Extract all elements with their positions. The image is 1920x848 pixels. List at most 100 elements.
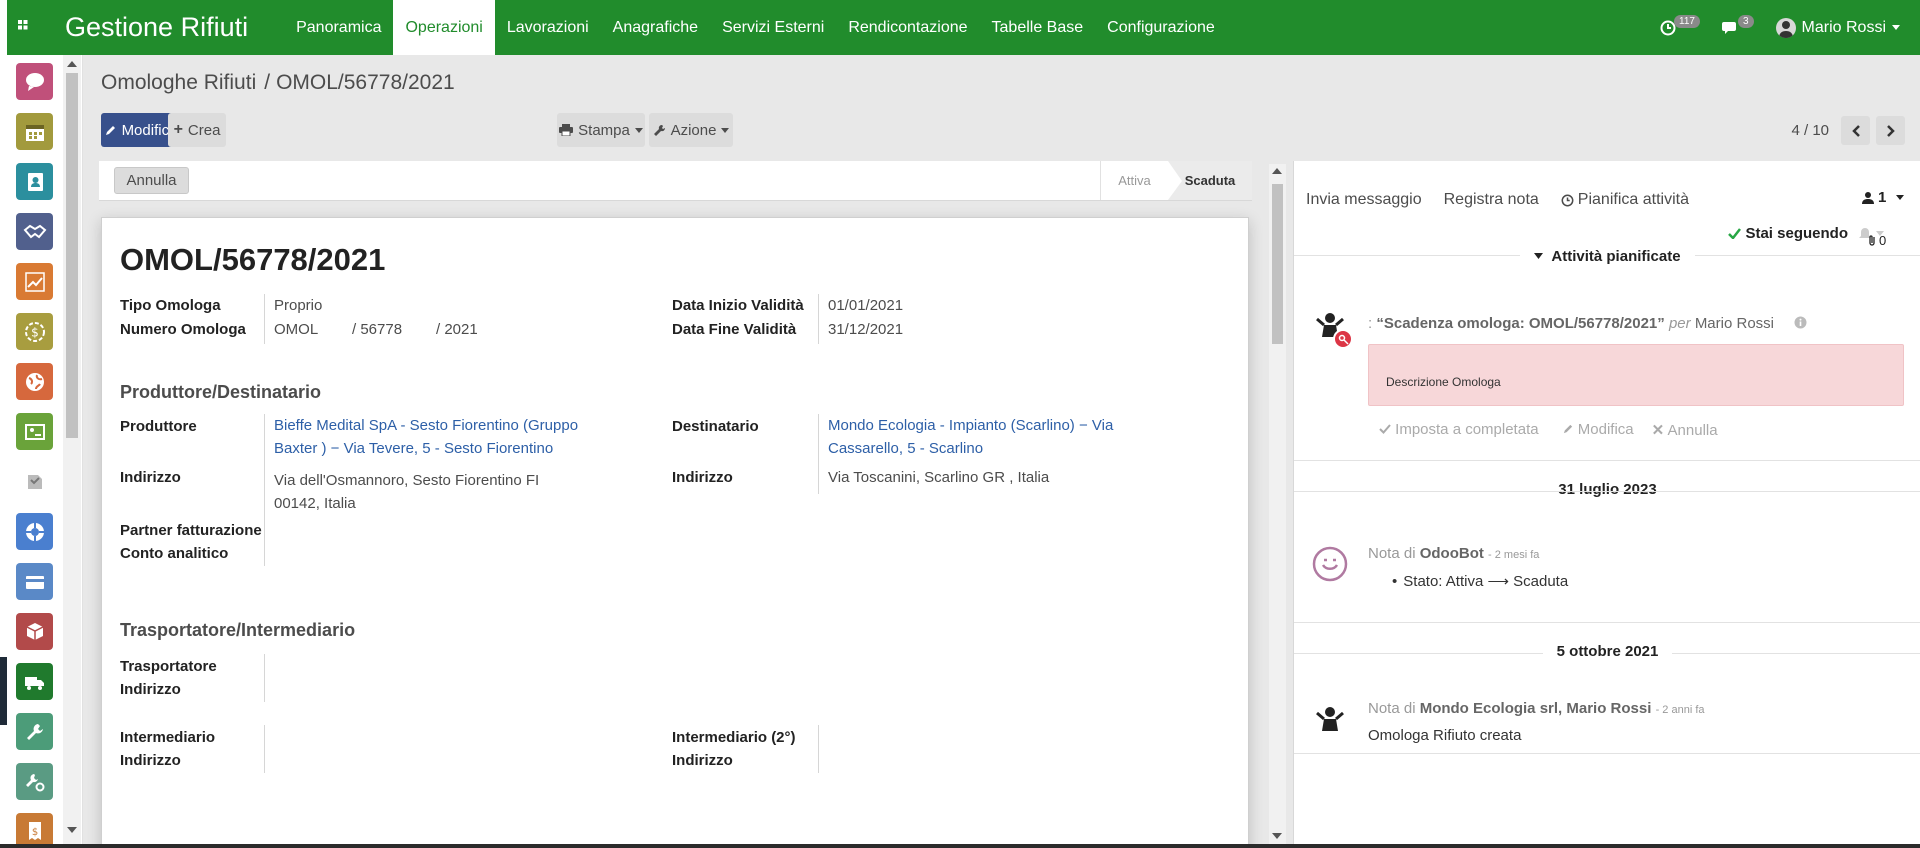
contacts-icon: [27, 172, 43, 191]
sidebar-scrollbar[interactable]: [63, 55, 81, 848]
paperclip-icon: [1869, 235, 1875, 246]
followers-button[interactable]: 1: [1862, 189, 1905, 206]
sidebar-app-helpdesk[interactable]: [16, 513, 53, 550]
data-fine-value[interactable]: 31/12/2021: [828, 321, 903, 338]
activity-menu[interactable]: 117: [1660, 15, 1700, 36]
produttore-link[interactable]: Bieffe Medital SpA - Sesto Fiorentino (G…: [274, 414, 578, 460]
sidebar-app-documents[interactable]: [16, 463, 53, 500]
user-menu[interactable]: Mario Rossi: [1775, 17, 1900, 38]
sidebar-app-crm[interactable]: [16, 213, 53, 250]
sidebar-scroll-thumb[interactable]: [66, 73, 78, 438]
send-message-button[interactable]: Invia messaggio: [1306, 191, 1422, 209]
odoobot-avatar[interactable]: [1312, 546, 1348, 582]
field-divider: [818, 725, 819, 773]
scroll-down-arrow[interactable]: [1272, 833, 1282, 839]
sidebar-app-payment[interactable]: [16, 563, 53, 600]
produttore-indirizzo-line1: Via dell'Osmannoro, Sesto Fiorentino FI: [274, 472, 540, 489]
pager-next-button[interactable]: [1876, 116, 1905, 145]
cancel-record-button[interactable]: Annulla: [114, 167, 189, 194]
destinatario-link[interactable]: Mondo Ecologia - Impianto (Scarlino) − V…: [828, 414, 1113, 460]
grid-icon: [17, 20, 27, 30]
activity-title: “Scadenza omologa: OMOL/56778/2021”: [1376, 315, 1665, 332]
message-1-prefix: Nota di: [1368, 545, 1416, 562]
message-2-avatar[interactable]: [1312, 701, 1348, 737]
produttore-indirizzo-label: Indirizzo: [120, 469, 181, 486]
edit-activity-button[interactable]: Modifica: [1563, 421, 1634, 439]
message-2-author[interactable]: Mondo Ecologia srl, Mario Rossi: [1420, 700, 1652, 717]
tipo-omologa-value[interactable]: Proprio: [274, 297, 322, 314]
destinatario-indirizzo-label: Indirizzo: [672, 469, 733, 486]
activities-toggle[interactable]: Attività pianificate: [1294, 247, 1920, 274]
sidebar-app-maps[interactable]: [16, 413, 53, 450]
chatter-topbar: Invia messaggio Registra nota Pianifica …: [1306, 191, 1689, 209]
caret-down-icon: [1892, 25, 1900, 30]
data-inizio-label: Data Inizio Validità: [672, 297, 804, 314]
caret-down-icon: [1896, 195, 1905, 200]
mark-done-button[interactable]: Imposta a completata: [1379, 421, 1539, 439]
activity-summary[interactable]: : “Scadenza omologa: OMOL/56778/2021” pe…: [1368, 315, 1807, 332]
sidebar-app-calendar[interactable]: [16, 113, 53, 150]
breadcrumb-parent[interactable]: Omologhe Rifiuti: [101, 71, 256, 94]
attachments-button[interactable]: 0: [1867, 233, 1886, 248]
menu-rendicontazione[interactable]: Rendicontazione: [836, 0, 979, 55]
produttore-indirizzo[interactable]: Via dell'Osmannoro, Sesto Fiorentino FI …: [274, 469, 539, 515]
pencil-icon: [105, 126, 115, 135]
pager-value[interactable]: 4 / 10: [1791, 122, 1829, 139]
map-icon: [24, 423, 45, 440]
sidebar-app-tools[interactable]: [16, 713, 53, 750]
sidebar-app-discuss[interactable]: [16, 63, 53, 100]
pager-previous-button[interactable]: [1841, 116, 1870, 145]
breadcrumb: Omologhe Rifiuti / OMOL/56778/2021: [101, 71, 455, 95]
menu-configurazione[interactable]: Configurazione: [1095, 0, 1227, 55]
numero-omologa-number[interactable]: / 56778: [352, 321, 402, 338]
sidebar-app-settings[interactable]: [16, 763, 53, 800]
scroll-down-arrow[interactable]: [67, 827, 77, 833]
message-2-body: Omologa Rifiuto creata: [1368, 727, 1522, 744]
menu-panoramica[interactable]: Panoramica: [284, 0, 393, 55]
app-switcher-button[interactable]: [7, 0, 43, 55]
sidebar-app-expenses[interactable]: $: [16, 813, 53, 848]
date-separator-1: 31 luglio 2023: [1294, 481, 1920, 508]
data-inizio-value[interactable]: 01/01/2021: [828, 297, 903, 314]
form-scroll-thumb[interactable]: [1272, 184, 1283, 344]
chevron-right-icon: [1886, 124, 1895, 137]
sidebar-app-contacts[interactable]: [16, 163, 53, 200]
trasportatore-indirizzo-label: Indirizzo: [120, 681, 181, 698]
message-1-author[interactable]: OdooBot: [1420, 545, 1484, 562]
cancel-activity-button[interactable]: ✕ Annulla: [1652, 421, 1718, 439]
section-trasportatore-intermediario: Trasportatore/Intermediario: [120, 620, 356, 640]
menu-anagrafiche[interactable]: Anagrafiche: [601, 0, 710, 55]
print-dropdown[interactable]: Stampa: [557, 113, 645, 147]
action-dropdown[interactable]: Azione: [649, 113, 733, 147]
following-toggle[interactable]: Stai seguendo: [1728, 225, 1884, 242]
sidebar-app-fleet[interactable]: [16, 663, 53, 700]
check-icon: [1728, 228, 1742, 239]
numero-omologa-prefix[interactable]: OMOL: [274, 321, 318, 338]
create-button[interactable]: + Crea: [168, 113, 226, 147]
info-circle-icon[interactable]: [1794, 316, 1807, 329]
menu-operazioni[interactable]: Operazioni: [393, 0, 495, 55]
menu-servizi-esterni[interactable]: Servizi Esterni: [710, 0, 836, 55]
sidebar-app-inventory[interactable]: [16, 613, 53, 650]
app-brand[interactable]: Gestione Rifiuti: [65, 12, 248, 43]
log-note-button[interactable]: Registra nota: [1444, 191, 1539, 209]
sidebar-app-website[interactable]: [16, 363, 53, 400]
sidebar-app-sales[interactable]: [16, 263, 53, 300]
scroll-up-arrow[interactable]: [1272, 168, 1282, 174]
user-name: Mario Rossi: [1801, 18, 1886, 36]
menu-tabelle-base[interactable]: Tabelle Base: [980, 0, 1096, 55]
chatter-divider: [1294, 622, 1920, 623]
app-root: Gestione Rifiuti Panoramica Operazioni L…: [0, 0, 1920, 848]
main-menu: Panoramica Operazioni Lavorazioni Anagra…: [284, 0, 1227, 55]
destinatario-indirizzo[interactable]: Via Toscanini, Scarlino GR , Italia: [828, 469, 1049, 486]
numero-omologa-year[interactable]: / 2021: [436, 321, 478, 338]
menu-lavorazioni[interactable]: Lavorazioni: [495, 0, 601, 55]
messaging-menu[interactable]: 3: [1721, 15, 1754, 36]
sidebar-app-invoicing[interactable]: $: [16, 313, 53, 350]
trasportatore-label: Trasportatore: [120, 658, 217, 675]
scroll-up-arrow[interactable]: [67, 61, 77, 67]
stage-attiva[interactable]: Attiva: [1100, 161, 1168, 200]
caret-down-icon: [1534, 253, 1544, 259]
schedule-activity-button[interactable]: Pianifica attività: [1561, 191, 1689, 209]
form-scrollbar[interactable]: [1269, 164, 1286, 848]
